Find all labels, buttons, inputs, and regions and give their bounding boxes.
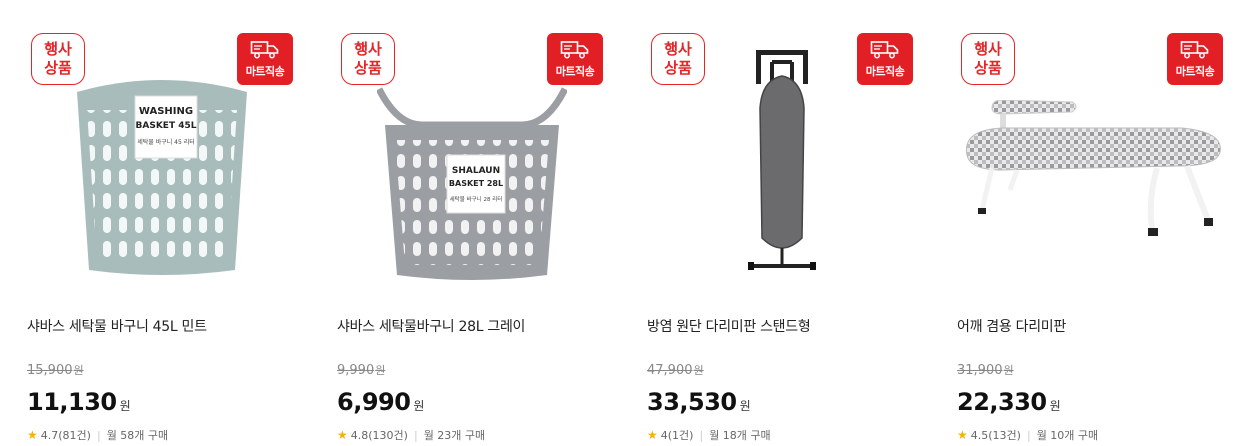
event-product-badge: 행사 상품	[341, 33, 395, 85]
original-price: 9,990원	[337, 363, 386, 378]
rating-value: 4(1건)	[660, 429, 694, 442]
svg-text:BASKET 45L: BASKET 45L	[136, 121, 197, 131]
product-thumbnail[interactable]: WASHING BASKET 45L 세탁물 바구니 45 리터 행사 상품 마…	[27, 30, 293, 280]
mart-delivery-label: 마트직송	[865, 64, 905, 78]
original-price: 47,900원	[647, 363, 704, 378]
product-card[interactable]: 행사 상품 마트직송 방염 원단 다리미판 스탠드형 47,900원 33,53…	[647, 0, 937, 446]
star-icon: ★	[27, 428, 38, 442]
original-price: 31,900원	[957, 363, 1014, 378]
rating-value: 4.8(130건)	[350, 429, 408, 442]
mart-delivery-badge: 마트직송	[1167, 33, 1223, 85]
truck-icon	[1180, 40, 1209, 58]
tabletop-ironing-board-image	[965, 100, 1221, 236]
product-thumbnail[interactable]: 행사 상품 마트직송	[647, 30, 913, 280]
truck-icon	[250, 40, 279, 58]
svg-text:SHALAUN: SHALAUN	[452, 166, 500, 176]
product-name[interactable]: 방염 원단 다리미판 스탠드형	[647, 316, 811, 336]
original-price: 15,900원	[27, 363, 84, 378]
svg-text:WASHING: WASHING	[139, 106, 193, 117]
mart-delivery-label: 마트직송	[1175, 64, 1215, 78]
rating-row: ★ 4.7(81건) | 월 58개 구매	[27, 427, 168, 443]
event-product-badge: 행사 상품	[31, 33, 85, 85]
event-product-badge: 행사 상품	[651, 33, 705, 85]
ironing-board-stand-image	[748, 50, 816, 270]
product-card[interactable]: 행사 상품 마트직송 어깨 겸용 다리미판 31,900원 22,330원 ★	[957, 0, 1243, 446]
divider: |	[96, 428, 101, 442]
sale-price: 6,990 원	[337, 388, 425, 416]
mart-delivery-badge: 마트직송	[857, 33, 913, 85]
sale-price: 22,330 원	[957, 388, 1061, 416]
svg-text:세탁물 바구니 28 리터: 세탁물 바구니 28 리터	[450, 195, 503, 203]
monthly-purchases: 월 10개 구매	[1036, 429, 1099, 442]
product-name[interactable]: 샤바스 세탁물바구니 28L 그레이	[337, 316, 525, 336]
divider: |	[699, 428, 704, 442]
product-thumbnail[interactable]: SHALAUN BASKET 28L 세탁물 바구니 28 리터 행사 상품 마…	[337, 30, 603, 280]
mart-delivery-badge: 마트직송	[547, 33, 603, 85]
rating-value: 4.7(81건)	[40, 429, 91, 442]
mart-delivery-label: 마트직송	[245, 64, 285, 78]
rating-row: ★ 4.5(13건) | 월 10개 구매	[957, 427, 1098, 443]
rating-row: ★ 4(1건) | 월 18개 구매	[647, 427, 771, 443]
star-icon: ★	[647, 428, 658, 442]
rating-row: ★ 4.8(130건) | 월 23개 구매	[337, 427, 485, 443]
rating-value: 4.5(13건)	[970, 429, 1021, 442]
product-name[interactable]: 샤바스 세탁물 바구니 45L 민트	[27, 316, 207, 336]
laundry-basket-image: WASHING BASKET 45L 세탁물 바구니 45 리터	[77, 80, 247, 275]
product-card[interactable]: SHALAUN BASKET 28L 세탁물 바구니 28 리터 행사 상품 마…	[337, 0, 627, 446]
product-list: WASHING BASKET 45L 세탁물 바구니 45 리터 행사 상품 마…	[0, 0, 1243, 446]
monthly-purchases: 월 18개 구매	[709, 429, 771, 442]
laundry-basket-image: SHALAUN BASKET 28L 세탁물 바구니 28 리터	[377, 87, 567, 280]
mart-delivery-badge: 마트직송	[237, 33, 293, 85]
product-card[interactable]: WASHING BASKET 45L 세탁물 바구니 45 리터 행사 상품 마…	[27, 0, 317, 446]
product-name[interactable]: 어깨 겸용 다리미판	[957, 316, 1066, 336]
sale-price: 11,130 원	[27, 388, 131, 416]
truck-icon	[870, 40, 899, 58]
star-icon: ★	[337, 428, 348, 442]
divider: |	[413, 428, 418, 442]
monthly-purchases: 월 23개 구매	[423, 429, 486, 442]
truck-icon	[560, 40, 589, 58]
sale-price: 33,530 원	[647, 388, 751, 416]
svg-text:BASKET 28L: BASKET 28L	[449, 179, 503, 188]
divider: |	[1026, 428, 1031, 442]
event-product-badge: 행사 상품	[961, 33, 1015, 85]
mart-delivery-label: 마트직송	[555, 64, 595, 78]
product-thumbnail[interactable]: 행사 상품 마트직송	[957, 30, 1223, 280]
monthly-purchases: 월 58개 구매	[106, 429, 169, 442]
svg-text:세탁물 바구니 45 리터: 세탁물 바구니 45 리터	[137, 138, 195, 146]
star-icon: ★	[957, 428, 968, 442]
